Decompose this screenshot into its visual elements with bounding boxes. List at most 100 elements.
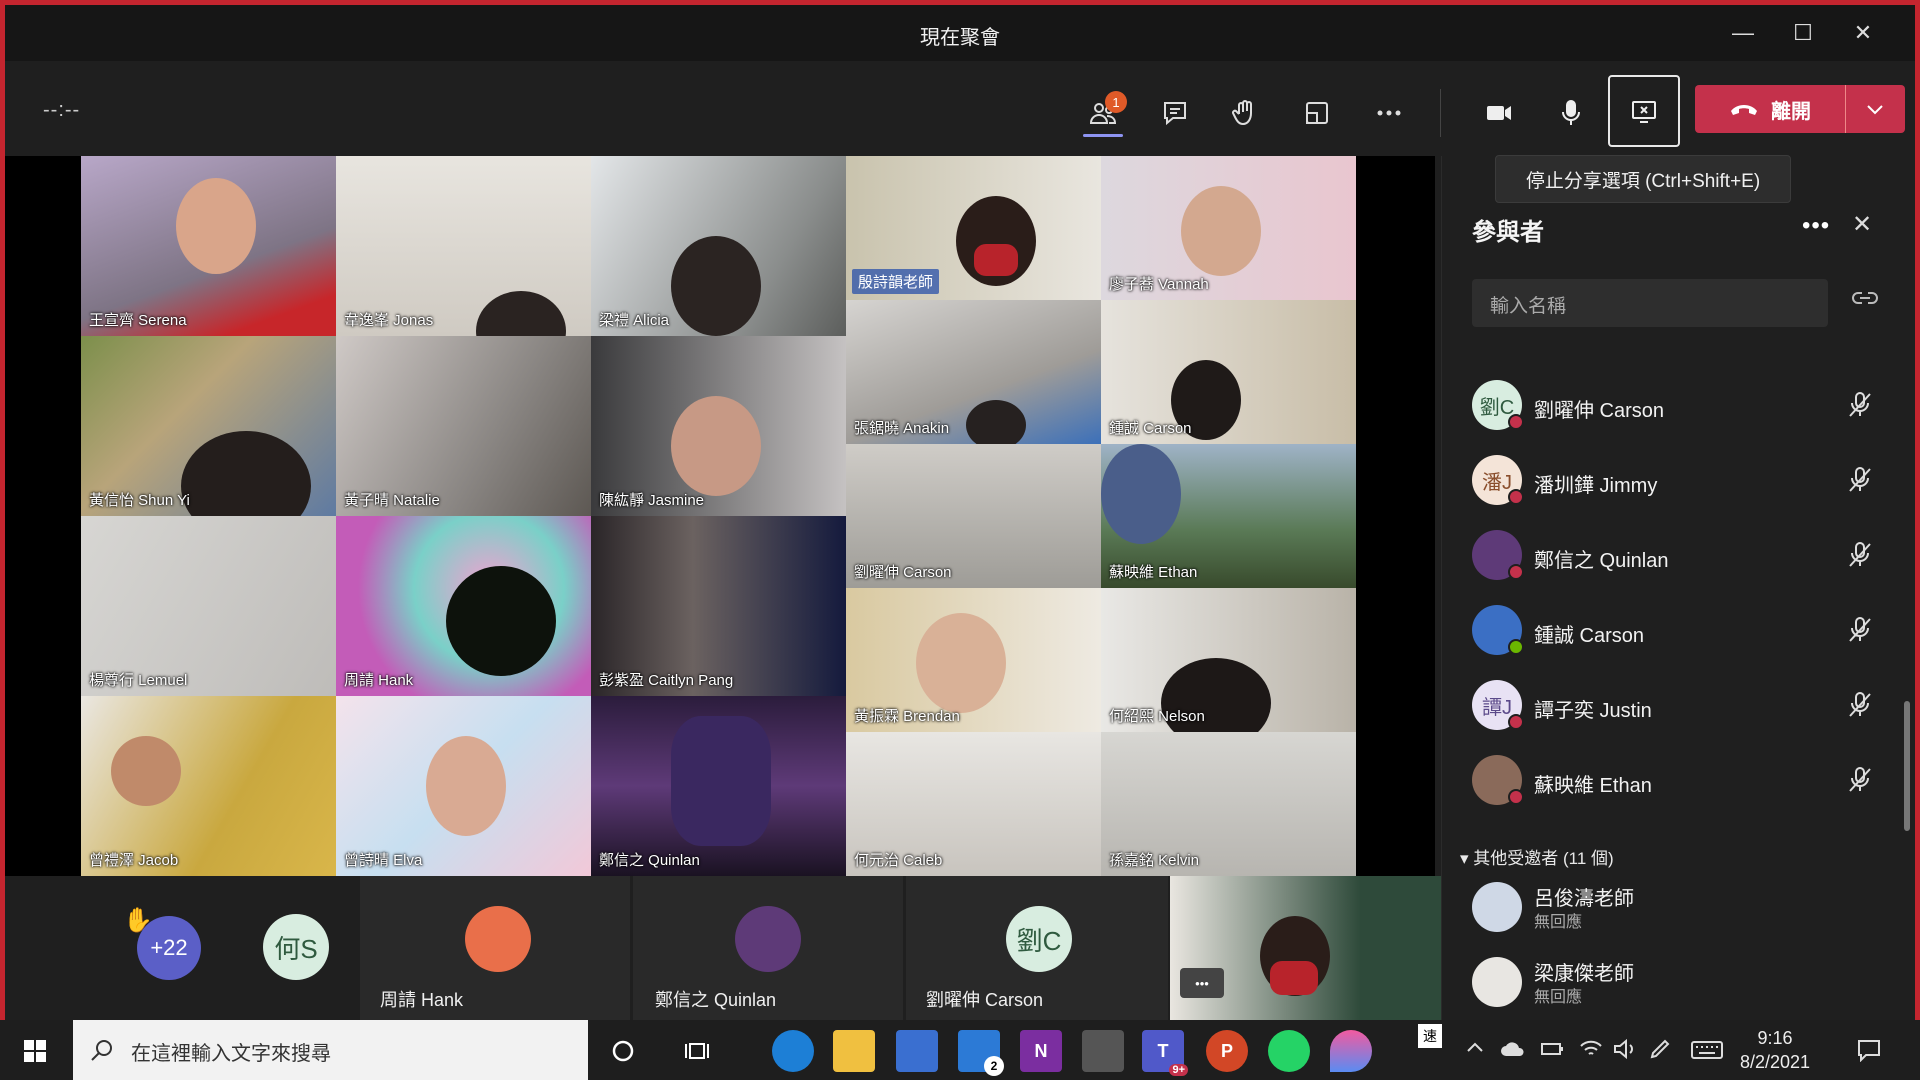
cortana-button[interactable]	[602, 1030, 644, 1072]
invited-row[interactable]: 梁康傑老師 無回應	[1442, 951, 1915, 1015]
video-tile[interactable]: 周請 Hank	[336, 516, 591, 696]
panel-close-button[interactable]: ✕	[1852, 210, 1872, 239]
more-participants-button[interactable]: +22	[137, 916, 201, 980]
panel-scrollbar[interactable]	[1904, 701, 1910, 831]
system-clock[interactable]: 9:16 8/2/2021	[1740, 1026, 1810, 1074]
share-link-icon[interactable]	[1852, 290, 1878, 306]
participants-button[interactable]: 1	[1075, 85, 1131, 141]
mic-off-icon[interactable]	[1846, 465, 1874, 495]
file-explorer-icon[interactable]	[833, 1030, 875, 1072]
mic-off-icon[interactable]	[1846, 765, 1874, 795]
more-actions-button[interactable]	[1361, 85, 1417, 141]
mail-icon[interactable]: 2	[958, 1030, 1004, 1076]
close-window-button[interactable]: ✕	[1835, 15, 1891, 51]
mic-off-icon[interactable]	[1846, 690, 1874, 720]
video-tile[interactable]: 廖子蕎 Vannah	[1101, 156, 1356, 300]
avatar[interactable]: 何S	[263, 914, 329, 980]
battery-icon[interactable]	[1540, 1038, 1566, 1060]
clock-time: 9:16	[1757, 1028, 1793, 1048]
participant-slot[interactable]: 鄭信之 Quinlan	[633, 876, 903, 1020]
self-view-options-button[interactable]: •••	[1180, 968, 1224, 998]
status-badge	[1508, 789, 1524, 805]
ime-indicator[interactable]: 速	[1418, 1024, 1442, 1048]
video-tile[interactable]: 黃子晴 Natalie	[336, 336, 591, 516]
onenote-icon[interactable]: N	[1020, 1030, 1062, 1072]
video-tile[interactable]: 曾詩晴 Elva	[336, 696, 591, 876]
taskbar-search-input[interactable]: 在這裡輸入文字來搜尋	[73, 1020, 588, 1080]
self-view-video[interactable]: •••	[1170, 876, 1442, 1020]
video-tile[interactable]: 陳紘靜 Jasmine	[591, 336, 846, 516]
notification-icon[interactable]	[1856, 1038, 1882, 1062]
participant-search-input[interactable]: 輸入名稱	[1472, 279, 1828, 327]
camera-button[interactable]	[1471, 85, 1527, 141]
mic-off-icon[interactable]	[1846, 390, 1874, 420]
panel-more-button[interactable]: •••	[1802, 212, 1830, 240]
participant-name-label: 黃信怡 Shun Yi	[89, 492, 190, 509]
leave-dropdown-button[interactable]	[1846, 85, 1904, 133]
leave-button[interactable]: 離開	[1695, 85, 1845, 133]
video-tile[interactable]: 何紹熙 Nelson	[1101, 588, 1356, 732]
person-silhouette	[426, 736, 506, 836]
video-tile[interactable]: 蘇映維 Ethan	[1101, 444, 1356, 588]
start-button[interactable]	[14, 1030, 56, 1072]
pen-icon[interactable]	[1648, 1038, 1674, 1060]
keyboard-icon[interactable]	[1690, 1040, 1724, 1060]
chevron-down-icon	[1867, 105, 1883, 115]
edge-icon[interactable]	[772, 1030, 814, 1072]
cortana-icon	[612, 1040, 634, 1062]
paint-app-icon[interactable]	[1330, 1030, 1372, 1072]
mic-button[interactable]	[1543, 85, 1599, 141]
participant-row[interactable]: 鍾誠 Carson	[1442, 595, 1915, 665]
participant-name-label: 曾禮澤 Jacob	[89, 852, 179, 869]
network-app-icon[interactable]	[1082, 1030, 1124, 1072]
participant-row[interactable]: 譚J 譚子奕 Justin	[1442, 670, 1915, 740]
maximize-button[interactable]: ☐	[1775, 15, 1831, 51]
raise-hand-button[interactable]	[1217, 85, 1273, 141]
video-tile[interactable]: 劉曜伸 Carson	[846, 444, 1101, 588]
person-silhouette	[1101, 444, 1181, 544]
participant-slot[interactable]: 劉C 劉曜伸 Carson	[906, 876, 1168, 1020]
minimize-button[interactable]: —	[1715, 15, 1771, 51]
video-tile[interactable]: 殷詩韻老師	[846, 156, 1101, 300]
video-tile[interactable]: 曾禮澤 Jacob	[81, 696, 336, 876]
video-tile[interactable]: 何元治 Caleb	[846, 732, 1101, 876]
invited-row[interactable]: 呂俊濤老師 無回應	[1442, 876, 1915, 940]
mic-off-icon[interactable]	[1846, 540, 1874, 570]
video-tile[interactable]: 韋逸峯 Jonas	[336, 156, 591, 336]
video-tile[interactable]: 鍾誠 Carson	[1101, 300, 1356, 444]
stop-sharing-tooltip: 停止分享選項 (Ctrl+Shift+E)	[1495, 155, 1791, 203]
participant-row[interactable]: 鄭信之 Quinlan	[1442, 520, 1915, 590]
stop-sharing-button[interactable]	[1608, 75, 1680, 147]
task-view-button[interactable]	[676, 1030, 718, 1072]
video-tile[interactable]: 黃信怡 Shun Yi	[81, 336, 336, 516]
video-tile[interactable]: 黃振霖 Brendan	[846, 588, 1101, 732]
video-tile[interactable]: 孫嘉銘 Kelvin	[1101, 732, 1356, 876]
video-tile[interactable]: 王宣齊 Serena	[81, 156, 336, 336]
participant-row[interactable]: 潘J 潘圳鏵 Jimmy	[1442, 445, 1915, 515]
whatsapp-icon[interactable]	[1268, 1030, 1310, 1072]
windows-logo-icon	[24, 1040, 46, 1062]
participant-slot[interactable]: 周請 Hank	[360, 876, 630, 1020]
invited-section-header[interactable]: ▾ 其他受邀者 (11 個)	[1460, 844, 1614, 869]
rooms-button[interactable]	[1289, 85, 1345, 141]
microphone-icon	[1562, 100, 1580, 125]
wifi-icon[interactable]	[1578, 1038, 1604, 1060]
video-tile[interactable]: 彭紫盈 Caitlyn Pang	[591, 516, 846, 696]
mic-off-icon[interactable]	[1846, 615, 1874, 645]
participant-name-label: 何元治 Caleb	[854, 852, 943, 869]
participant-row[interactable]: 蘇映維 Ethan	[1442, 745, 1915, 815]
avatar: 劉C	[1006, 906, 1072, 972]
chevron-up-icon[interactable]	[1465, 1040, 1485, 1054]
participant-row[interactable]: 劉C 劉曜伸 Carson	[1442, 370, 1915, 440]
store-icon[interactable]	[896, 1030, 938, 1072]
powerpoint-icon[interactable]: P	[1206, 1030, 1248, 1072]
volume-icon[interactable]	[1612, 1038, 1638, 1060]
video-tile[interactable]: 楊尊行 Lemuel	[81, 516, 336, 696]
video-tile[interactable]: 鄭信之 Quinlan	[591, 696, 846, 876]
video-tile[interactable]: 張鋸曉 Anakin	[846, 300, 1101, 444]
onedrive-icon[interactable]	[1500, 1038, 1526, 1060]
teams-icon[interactable]: T 9+	[1142, 1030, 1188, 1076]
chat-button[interactable]	[1147, 85, 1203, 141]
video-tile[interactable]: 梁禮 Alicia	[591, 156, 846, 336]
participant-name-label: 曾詩晴 Elva	[344, 852, 423, 869]
